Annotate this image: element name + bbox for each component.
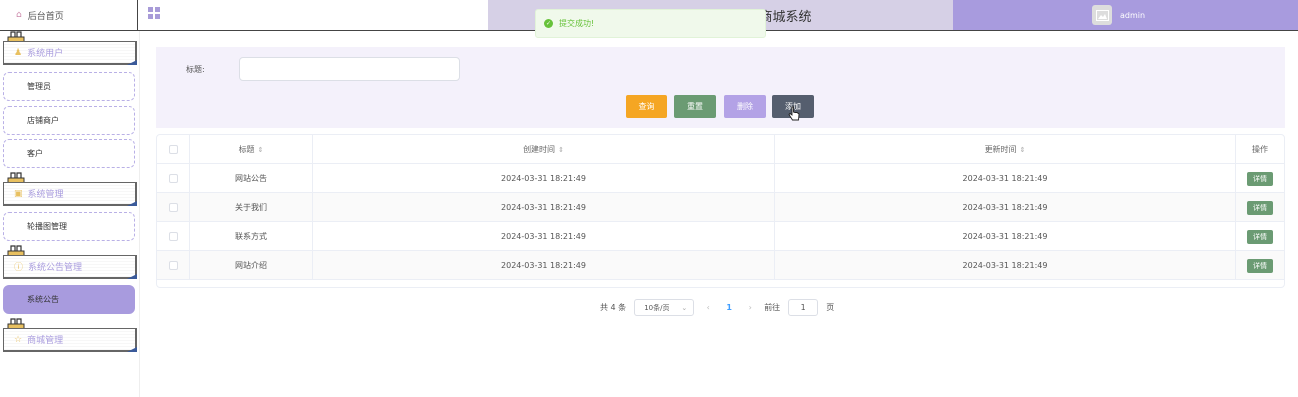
row-checkbox[interactable] <box>168 261 178 270</box>
table-row: 网站公告 2024-03-31 18:21:49 2024-03-31 18:2… <box>157 164 1284 193</box>
total-count: 共 4 条 <box>600 303 627 312</box>
cell-updated: 2024-03-31 18:21:49 <box>775 222 1236 251</box>
row-checkbox[interactable] <box>168 203 178 212</box>
hand-cursor-icon <box>788 106 800 121</box>
sidebar-item-customers[interactable]: 客户 <box>3 139 135 168</box>
user-icon: ♟ <box>14 47 23 58</box>
query-button[interactable]: 查询 <box>626 95 667 118</box>
pagination: 共 4 条 10条/页 ⌄ ‹ 1 › 前往 1 页 <box>600 299 834 316</box>
menu-group-announcements[interactable]: ⓘ 系统公告管理 <box>3 255 137 279</box>
select-all-checkbox[interactable] <box>168 145 178 154</box>
title-filter-input[interactable] <box>239 57 460 81</box>
next-page-icon[interactable]: › <box>744 303 756 312</box>
info-icon: ⓘ <box>14 263 24 273</box>
detail-button[interactable]: 详情 <box>1247 200 1273 215</box>
check-circle-icon: ✓ <box>544 19 553 28</box>
prev-page-icon[interactable]: ‹ <box>702 303 714 312</box>
home-icon: ⌂ <box>16 10 22 20</box>
row-checkbox[interactable] <box>168 232 178 241</box>
table-row: 网站介绍 2024-03-31 18:21:49 2024-03-31 18:2… <box>157 251 1284 280</box>
sidebar-item-carousel[interactable]: 轮播图管理 <box>3 212 135 241</box>
menu-group-system-users[interactable]: ♟ 系统用户 <box>3 41 137 65</box>
page-size-select[interactable]: 10条/页 ⌄ <box>634 299 695 316</box>
page-suffix: 页 <box>826 303 835 312</box>
sort-icon[interactable]: ⇕ <box>1020 146 1026 154</box>
cell-updated: 2024-03-31 18:21:49 <box>775 193 1236 222</box>
menu-group-label: 系统公告管理 <box>28 263 83 273</box>
cell-title: 联系方式 <box>190 222 313 251</box>
sidebar-item-announcements[interactable]: 系统公告 <box>3 285 135 314</box>
cell-created: 2024-03-31 18:21:49 <box>313 193 775 222</box>
cart-icon: ☆ <box>14 334 23 345</box>
detail-button[interactable]: 详情 <box>1247 258 1273 273</box>
cell-created: 2024-03-31 18:21:49 <box>313 222 775 251</box>
detail-button[interactable]: 详情 <box>1247 229 1273 244</box>
menu-group-mall-management[interactable]: ☆ 商城管理 <box>3 328 137 352</box>
cell-created: 2024-03-31 18:21:49 <box>313 164 775 193</box>
menu-group-label: 系统管理 <box>27 190 64 200</box>
username: admin <box>1120 10 1146 20</box>
table-row: 关于我们 2024-03-31 18:21:49 2024-03-31 18:2… <box>157 193 1284 222</box>
sort-icon[interactable]: ⇕ <box>258 146 264 154</box>
cell-created: 2024-03-31 18:21:49 <box>313 251 775 280</box>
cell-updated: 2024-03-31 18:21:49 <box>775 251 1236 280</box>
setting-icon: ▣ <box>14 188 23 199</box>
menu-group-label: 商城管理 <box>27 336 64 346</box>
column-header-title[interactable]: 标题 ⇕ <box>190 135 313 164</box>
sidebar: ♟ 系统用户 管理员 店铺商户 客户 ▣ 系统管理 轮播图管理 ⓘ 系统公告管理… <box>0 31 140 397</box>
cell-title: 网站介绍 <box>190 251 313 280</box>
detail-button[interactable]: 详情 <box>1247 171 1273 186</box>
row-checkbox[interactable] <box>168 174 178 183</box>
goto-label: 前往 <box>764 303 781 312</box>
page-size-value: 10条/页 <box>644 303 670 312</box>
title-filter-label: 标题: <box>186 65 205 74</box>
user-menu[interactable]: admin <box>953 0 1298 30</box>
reset-button[interactable]: 重置 <box>674 95 716 118</box>
sort-icon[interactable]: ⇕ <box>558 146 564 154</box>
goto-page-input[interactable]: 1 <box>788 299 819 316</box>
home-link[interactable]: ⌂ 后台首页 <box>0 0 138 30</box>
cell-updated: 2024-03-31 18:21:49 <box>775 164 1236 193</box>
menu-group-label: 系统用户 <box>27 49 64 59</box>
column-header-created[interactable]: 创建时间 ⇕ <box>313 135 775 164</box>
cell-title: 网站公告 <box>190 164 313 193</box>
chevron-down-icon: ⌄ <box>681 303 688 312</box>
column-header-updated[interactable]: 更新时间 ⇕ <box>775 135 1236 164</box>
current-page[interactable]: 1 <box>722 303 736 312</box>
table-header-row: 标题 ⇕ 创建时间 ⇕ 更新时间 ⇕ 操作 <box>157 135 1284 164</box>
data-table: 标题 ⇕ 创建时间 ⇕ 更新时间 ⇕ 操作 网站公告 2024-03-31 18:21… <box>156 134 1285 288</box>
table-row: 联系方式 2024-03-31 18:21:49 2024-03-31 18:2… <box>157 222 1284 251</box>
success-toast: ✓ 提交成功! <box>535 9 766 38</box>
sidebar-item-admins[interactable]: 管理员 <box>3 72 135 101</box>
sidebar-item-shop-merchants[interactable]: 店铺商户 <box>3 106 135 135</box>
cell-title: 关于我们 <box>190 193 313 222</box>
home-label: 后台首页 <box>27 11 64 22</box>
column-header-actions: 操作 <box>1252 145 1268 154</box>
avatar <box>1092 5 1112 25</box>
search-panel: 标题: 查询 重置 删除 添加 <box>156 47 1285 128</box>
menu-toggle-icon[interactable] <box>148 7 160 19</box>
toast-message: 提交成功! <box>559 19 595 28</box>
menu-group-system-management[interactable]: ▣ 系统管理 <box>3 182 137 206</box>
delete-button[interactable]: 删除 <box>724 95 766 118</box>
